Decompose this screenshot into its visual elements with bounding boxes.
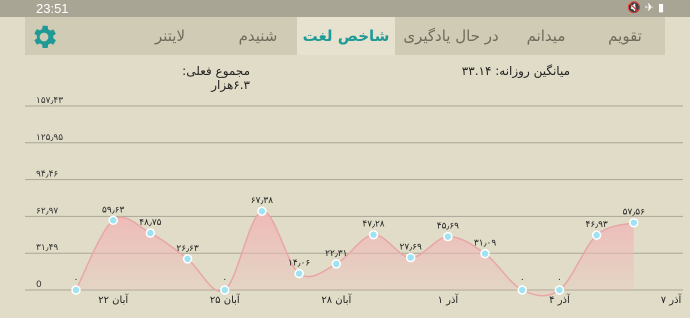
x-tick-label: ۱ آذر — [438, 293, 460, 306]
status-bar: 23:51 🔇✈▮ — [0, 0, 690, 17]
data-label: ۰ — [222, 275, 227, 285]
data-point — [294, 268, 304, 279]
x-tick-label: ۲۸ آبان — [321, 293, 352, 306]
y-tick-label: ۱۵۷٫۴۳ — [36, 96, 63, 106]
data-label: ۴۵٫۶۹ — [437, 222, 459, 232]
tab-calendar[interactable]: تقویم — [585, 17, 665, 55]
data-point — [443, 231, 453, 242]
status-time: 23:51 — [36, 1, 69, 16]
tab-leitner[interactable]: لایتنر — [122, 17, 218, 55]
y-tick-label: ۳۱٫۴۹ — [36, 243, 58, 253]
x-tick-label: ۲۵ آبان — [210, 293, 241, 306]
data-label: ۴۸٫۷۵ — [139, 218, 161, 228]
data-label: ۰ — [74, 275, 79, 285]
tab-bar: لایتنر شنیدم شاخص لغت در حال یادگیری مید… — [25, 17, 665, 55]
data-point — [629, 217, 639, 228]
data-label: ۰ — [557, 275, 562, 285]
data-point — [517, 285, 527, 295]
x-tick-label: ۲۲ آبان — [98, 293, 129, 306]
data-point — [220, 285, 230, 295]
data-label: ۱۴٫۰۶ — [288, 259, 310, 269]
tab-known[interactable]: میدانم — [507, 17, 585, 55]
tab-heard[interactable]: شنیدم — [218, 17, 298, 55]
data-point — [405, 252, 416, 263]
data-point — [480, 248, 490, 259]
data-point — [257, 206, 267, 216]
data-point — [145, 228, 156, 238]
data-label: ۵۹٫۶۳ — [102, 205, 124, 215]
data-label: ۶۷٫۳۸ — [251, 196, 273, 206]
total-summary: مجموع فعلی: ۶.۳هزار — [182, 64, 250, 92]
data-point — [591, 230, 602, 240]
data-label: ۵۷٫۵۶ — [623, 208, 645, 218]
data-label: ۲۶٫۶۳ — [176, 244, 198, 254]
word-index-chart: 0 ۳۱٫۴۹ ۶۲٫۹۷ ۹۴٫۴۶ ۱۲۵٫۹۵ ۱۵۷٫۴۳ ۰ ۵۹٫۶۳ ۴۸٫۷۵ ۲… — [25, 96, 683, 306]
data-point — [108, 215, 118, 226]
y-tick-label: 0 — [36, 280, 42, 290]
data-label: ۳۱٫۰۹ — [474, 239, 496, 249]
daily-average-summary: میانگین روزانه: ۳۳.۱۴ — [461, 64, 570, 78]
y-tick-label: ۱۲۵٫۹۵ — [36, 133, 63, 143]
data-label: ۴۶٫۹۳ — [585, 220, 607, 230]
tab-learning[interactable]: در حال یادگیری — [395, 17, 507, 55]
data-label: ۴۷٫۲۸ — [362, 220, 384, 230]
data-label: ۰ — [520, 275, 525, 285]
x-tick-label: ۴ آذر — [549, 293, 571, 306]
x-tick-label: ۷ آذر — [661, 293, 683, 306]
settings-gear-icon[interactable] — [29, 22, 59, 52]
y-tick-label: ۹۴٫۴۶ — [36, 170, 58, 180]
tab-word-index[interactable]: شاخص لغت — [297, 17, 395, 55]
data-point — [554, 285, 565, 295]
data-label: ۲۷٫۶۹ — [400, 243, 422, 253]
y-tick-label: ۶۲٫۹۷ — [36, 206, 58, 216]
data-point — [182, 254, 193, 264]
data-point — [71, 285, 81, 295]
data-point — [331, 259, 342, 269]
data-point — [368, 229, 379, 240]
status-icons: 🔇✈▮ — [627, 1, 668, 14]
data-label: ۲۲٫۳۱ — [325, 249, 347, 259]
